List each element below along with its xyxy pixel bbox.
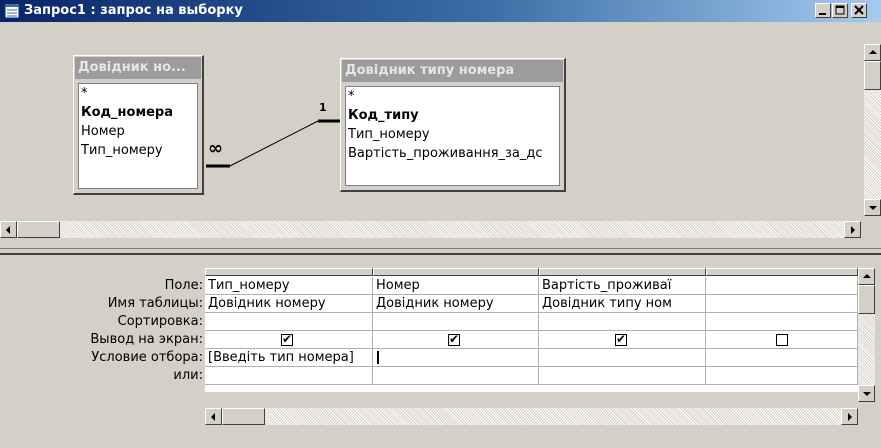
column-selector[interactable] bbox=[706, 268, 858, 276]
top-scroll-up-button[interactable] bbox=[864, 44, 881, 61]
arrow-up-icon bbox=[863, 274, 871, 278]
top-vscroll-thumb[interactable] bbox=[864, 61, 881, 90]
maximize-button[interactable] bbox=[832, 3, 848, 18]
show-checkbox[interactable] bbox=[281, 331, 293, 347]
grid-vscroll-thumb[interactable] bbox=[858, 285, 875, 314]
grid-scroll-up-button[interactable] bbox=[858, 268, 875, 285]
top-scroll-right-button[interactable] bbox=[844, 221, 861, 238]
cell-or[interactable] bbox=[205, 367, 373, 385]
table-diagram-pane[interactable]: Довідник но... * Код_номера Номер Тип_но… bbox=[0, 22, 864, 220]
arrow-left-icon bbox=[6, 226, 10, 234]
relationship-one-label: 1 bbox=[319, 101, 327, 114]
arrow-right-icon bbox=[848, 413, 852, 421]
cell-field[interactable] bbox=[706, 277, 858, 295]
cell-sort[interactable] bbox=[706, 313, 858, 331]
text-caret bbox=[377, 351, 379, 364]
top-hscroll-track[interactable] bbox=[60, 221, 844, 238]
maximize-icon bbox=[835, 5, 845, 15]
cell-or[interactable] bbox=[706, 367, 858, 385]
relationship-line[interactable] bbox=[0, 22, 864, 220]
cell-show[interactable] bbox=[539, 331, 706, 349]
relationship-many-label: ∞ bbox=[208, 138, 223, 159]
cell-show[interactable] bbox=[205, 331, 373, 349]
top-hscroll-thumb[interactable] bbox=[17, 221, 60, 238]
show-checkbox[interactable] bbox=[448, 331, 460, 347]
cell-table[interactable]: Довідник типу ном bbox=[539, 295, 706, 313]
cell-field[interactable]: Номер bbox=[373, 277, 539, 295]
minimize-button[interactable] bbox=[815, 3, 831, 18]
row-label-sort: Сортировка: bbox=[117, 314, 203, 329]
cell-table[interactable]: Довідник номеру bbox=[205, 295, 373, 313]
cell-criteria[interactable]: [Введіть тип номера] bbox=[205, 349, 373, 367]
column-selector[interactable] bbox=[539, 268, 706, 276]
query-design-window: Запрос1 : запрос на выборку Довідник но.… bbox=[0, 0, 881, 448]
row-label-show: Вывод на экран: bbox=[90, 332, 203, 347]
close-button[interactable] bbox=[851, 3, 867, 18]
row-label-table: Имя таблицы: bbox=[107, 296, 203, 311]
close-icon bbox=[854, 5, 864, 15]
title-bar[interactable]: Запрос1 : запрос на выборку bbox=[0, 0, 881, 22]
cell-field[interactable]: Вартість_проживаї bbox=[539, 277, 706, 295]
cell-criteria[interactable] bbox=[373, 349, 539, 367]
cell-sort[interactable] bbox=[205, 313, 373, 331]
arrow-down-icon bbox=[869, 206, 877, 210]
grid-hscroll-track[interactable] bbox=[265, 408, 841, 425]
grid-scroll-right-button[interactable] bbox=[841, 408, 858, 425]
cell-or[interactable] bbox=[373, 367, 539, 385]
row-label-criteria: Условие отбора: bbox=[91, 350, 203, 365]
top-vscroll-track[interactable] bbox=[864, 90, 881, 199]
query-design-grid[interactable]: Тип_номеру Довідник номеру [Введіть тип … bbox=[205, 268, 858, 392]
arrow-left-icon bbox=[211, 413, 215, 421]
cell-table[interactable] bbox=[706, 295, 858, 313]
minimize-icon bbox=[819, 13, 826, 15]
pane-splitter[interactable] bbox=[0, 248, 881, 255]
show-checkbox[interactable] bbox=[615, 331, 627, 347]
row-label-or: или: bbox=[173, 368, 203, 383]
cell-table[interactable]: Довідник номеру bbox=[373, 295, 539, 313]
cell-field[interactable]: Тип_номеру bbox=[205, 277, 373, 295]
cell-sort[interactable] bbox=[539, 313, 706, 331]
show-checkbox[interactable] bbox=[776, 334, 788, 346]
cell-sort[interactable] bbox=[373, 313, 539, 331]
grid-hscroll-thumb[interactable] bbox=[222, 408, 265, 425]
grid-scroll-down-button[interactable] bbox=[858, 385, 875, 402]
cell-show[interactable] bbox=[373, 331, 539, 349]
arrow-up-icon bbox=[869, 50, 877, 54]
window-title: Запрос1 : запрос на выборку bbox=[24, 3, 243, 18]
row-label-field: Поле: bbox=[164, 278, 203, 293]
grid-vscroll-track[interactable] bbox=[858, 314, 875, 385]
grid-scroll-left-button[interactable] bbox=[205, 408, 222, 425]
column-selector[interactable] bbox=[373, 268, 539, 276]
top-scroll-down-button[interactable] bbox=[864, 199, 881, 216]
top-scroll-left-button[interactable] bbox=[0, 221, 17, 238]
query-icon bbox=[4, 3, 20, 19]
cell-criteria[interactable] bbox=[706, 349, 858, 367]
cell-criteria[interactable] bbox=[539, 349, 706, 367]
arrow-down-icon bbox=[863, 392, 871, 396]
arrow-right-icon bbox=[851, 226, 855, 234]
cell-show[interactable] bbox=[706, 331, 858, 349]
column-selector[interactable] bbox=[205, 268, 373, 276]
cell-or[interactable] bbox=[539, 367, 706, 385]
